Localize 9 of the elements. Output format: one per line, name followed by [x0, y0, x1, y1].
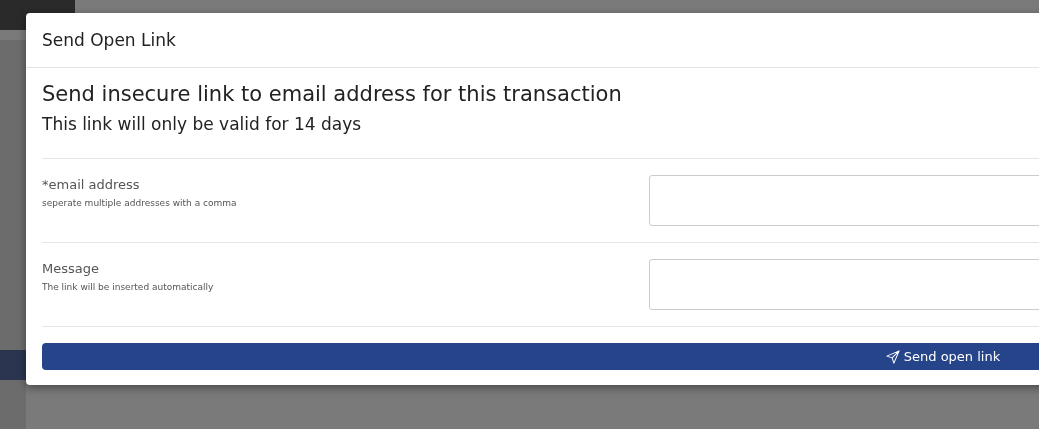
dialog-heading: Send insecure link to email address for this transaction: [42, 82, 623, 106]
field-hint: The link will be inserted automatically: [42, 282, 215, 292]
paper-plane-icon: [885, 349, 900, 364]
field-hint: seperate multiple addresses with a comma: [42, 198, 238, 208]
dialog-title: Send Open Link: [42, 30, 176, 50]
dialog-subheading: This link will only be valid for 14 days: [42, 114, 1039, 159]
field-label: *email address: [42, 177, 141, 192]
send-button[interactable]: Send open link: [42, 343, 1039, 370]
field-label: Message: [42, 261, 100, 276]
